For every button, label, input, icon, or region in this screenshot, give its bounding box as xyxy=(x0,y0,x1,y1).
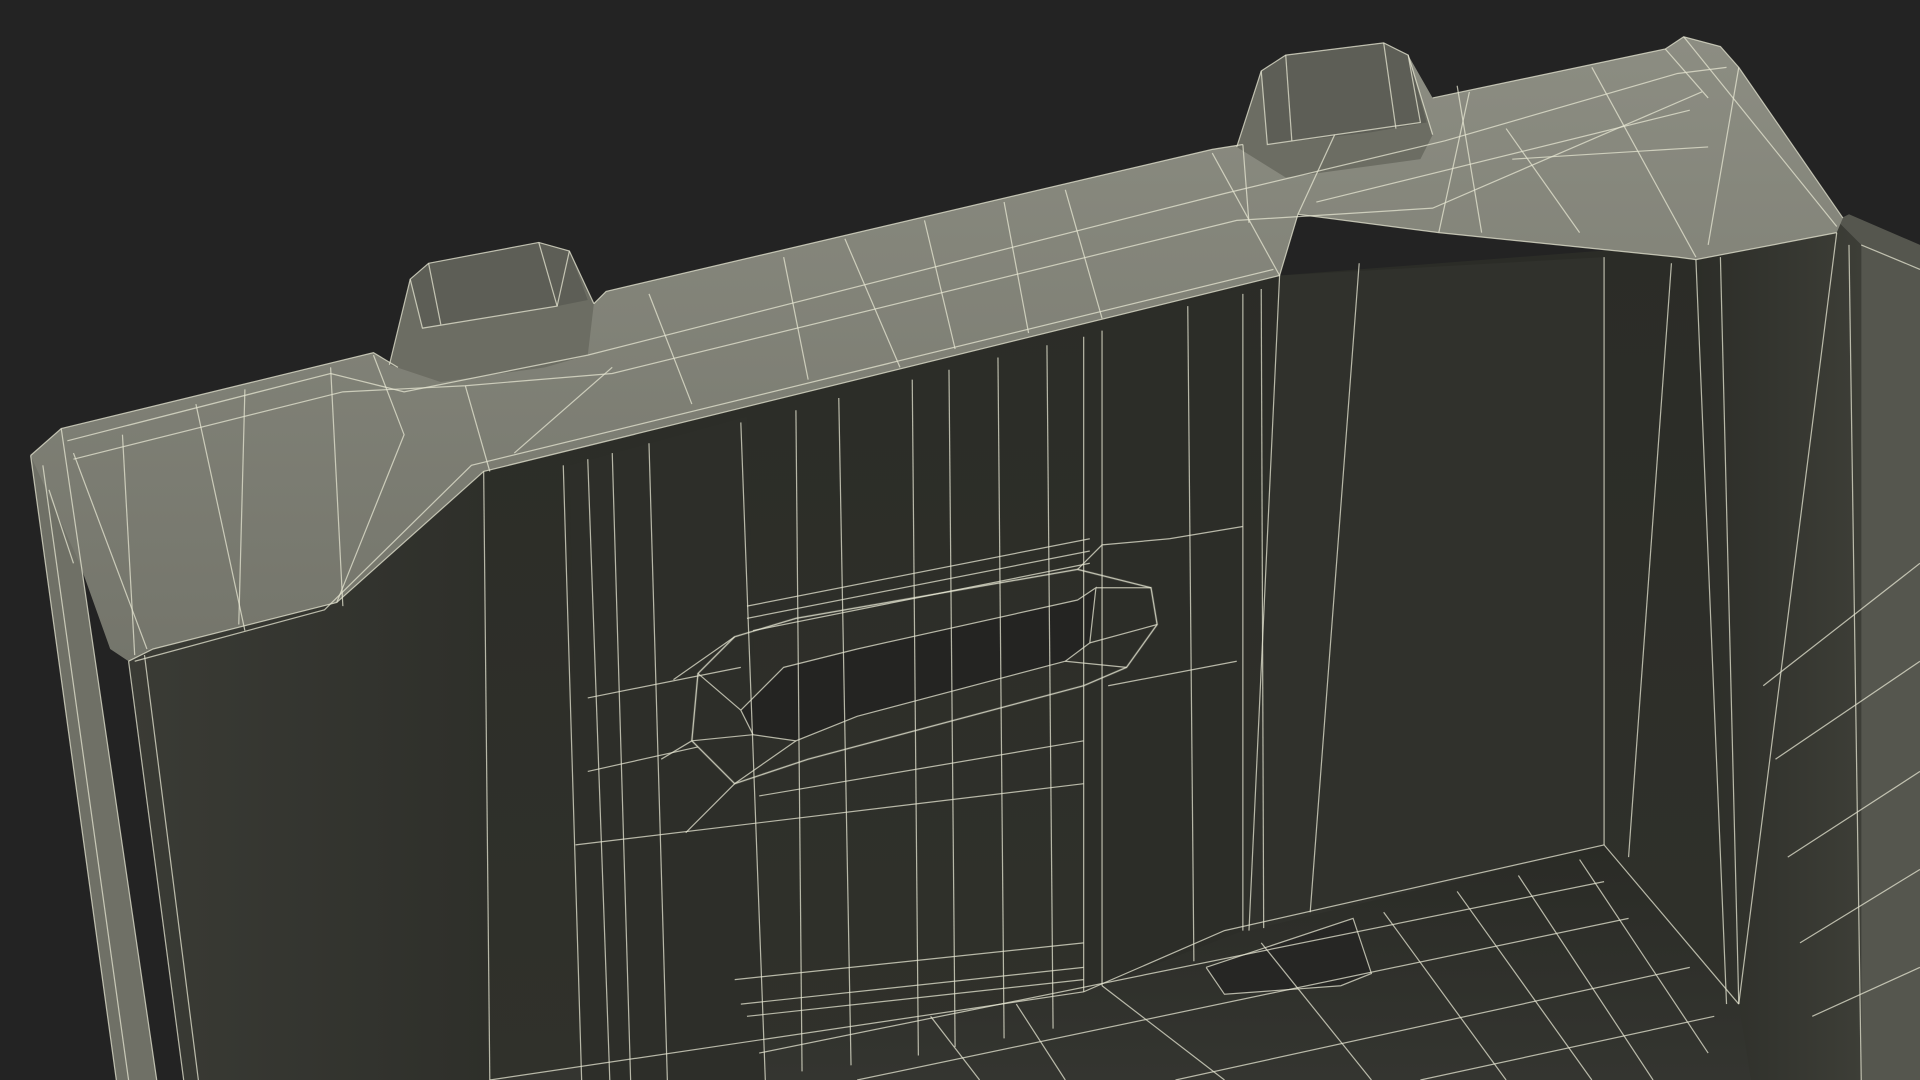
render-viewport xyxy=(0,0,1920,1080)
crate-model-render xyxy=(0,0,1920,1080)
